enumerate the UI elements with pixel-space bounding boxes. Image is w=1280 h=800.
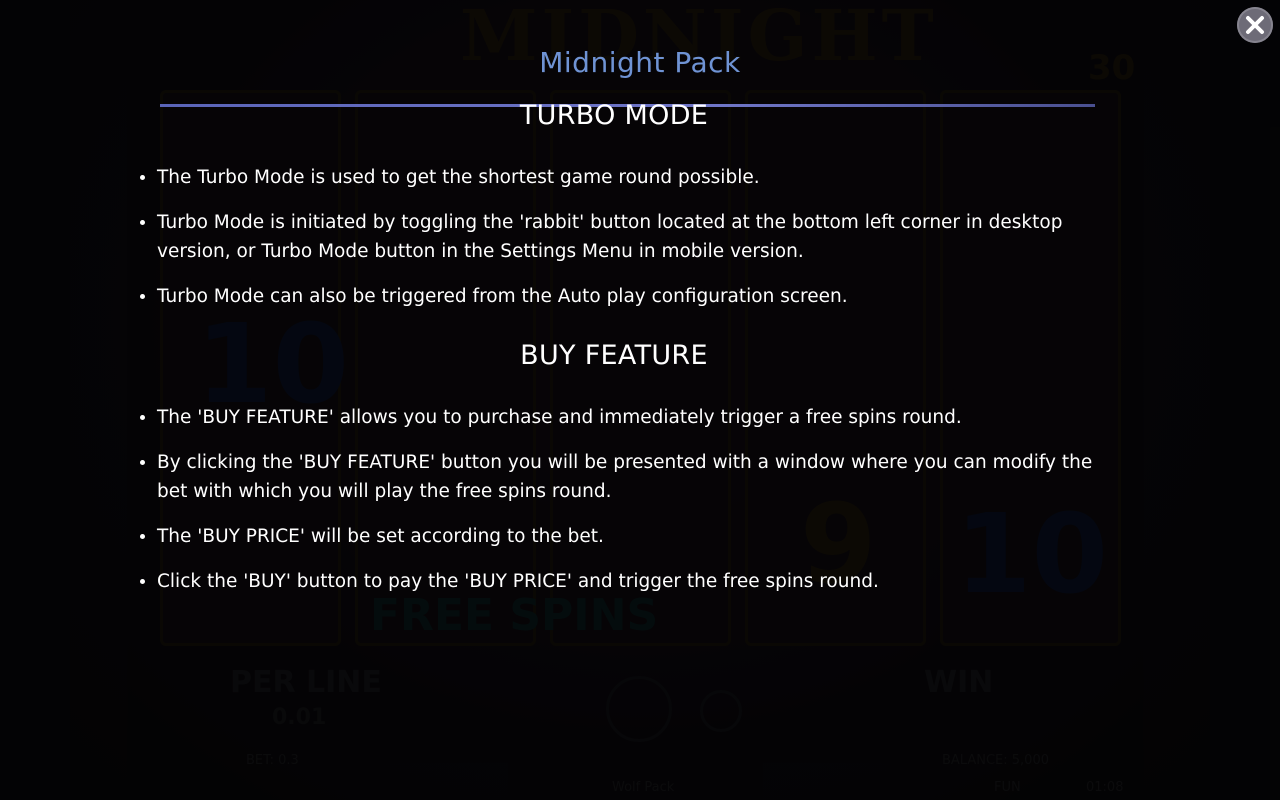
game-screen: MIDNIGHT 30 10 9 10 FREE SPINS PER LINE …	[0, 0, 1280, 800]
panel-title: Midnight Pack	[539, 46, 741, 79]
rule-item: The 'BUY PRICE' will be set according to…	[140, 522, 1127, 551]
rule-item: Turbo Mode can also be triggered from th…	[140, 282, 1127, 311]
rule-item: Turbo Mode is initiated by toggling the …	[140, 208, 1127, 266]
rule-item: By clicking the 'BUY FEATURE' button you…	[140, 448, 1127, 506]
turbo-mode-rules: The Turbo Mode is used to get the shorte…	[138, 163, 1127, 327]
rule-item: The 'BUY FEATURE' allows you to purchase…	[140, 403, 1127, 432]
close-icon	[1246, 16, 1264, 34]
info-panel: Midnight Pack TURBO MODE The Turbo Mode …	[0, 0, 1280, 800]
rule-item: The Turbo Mode is used to get the shorte…	[140, 163, 1127, 192]
section-heading-turbo-mode: TURBO MODE	[519, 100, 709, 131]
section-heading-buy-feature: BUY FEATURE	[520, 340, 708, 371]
rule-item: Click the 'BUY' button to pay the 'BUY P…	[140, 567, 1127, 596]
close-button[interactable]	[1237, 7, 1273, 43]
buy-feature-rules: The 'BUY FEATURE' allows you to purchase…	[138, 403, 1127, 612]
